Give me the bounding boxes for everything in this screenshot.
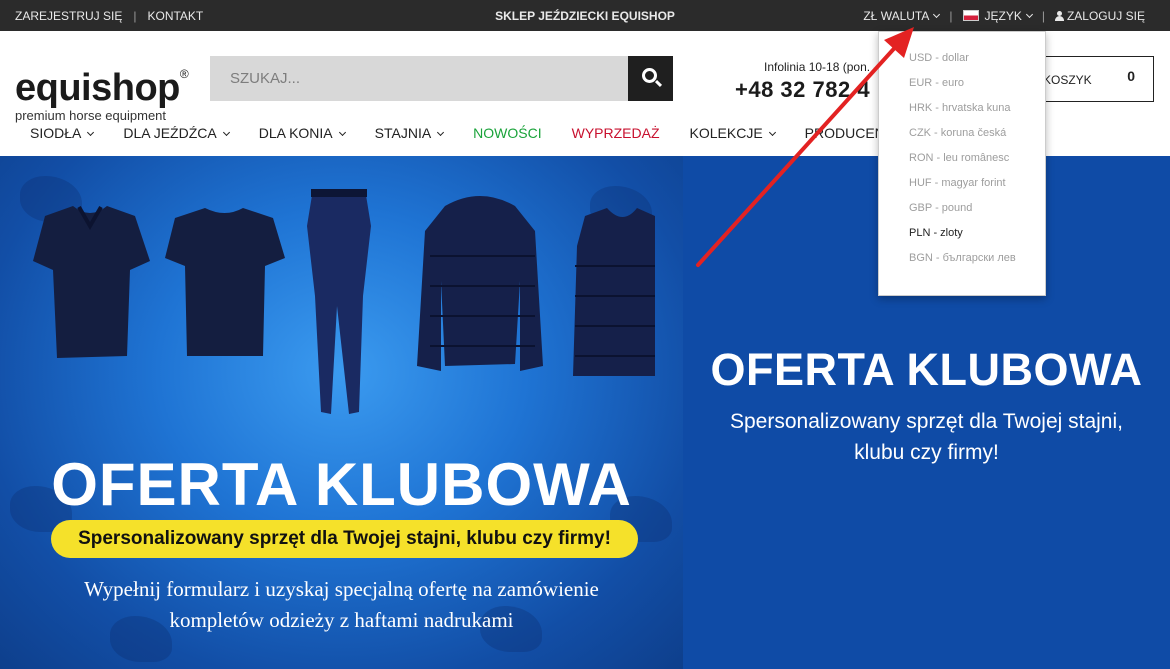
chevron-down-icon [437, 128, 445, 137]
cart-button[interactable]: KOSZYK 0 [1034, 56, 1154, 102]
search-bar [210, 56, 673, 101]
club-apparel-illustration [33, 189, 655, 414]
register-link[interactable]: ZAREJESTRUJ SIĘ [15, 9, 122, 23]
top-bar: ZAREJESTRUJ SIĘ | KONTAKT SKLEP JEŹDZIEC… [0, 0, 1170, 31]
top-bar-separator: | [1041, 9, 1045, 23]
currency-option-gbp[interactable]: GBP - pound [879, 202, 1045, 227]
user-icon [1054, 11, 1064, 21]
search-input[interactable] [210, 56, 628, 101]
cart-label: KOSZYK [1043, 73, 1092, 87]
currency-option-eur[interactable]: EUR - euro [879, 77, 1045, 102]
currency-symbol: ZŁ [863, 9, 878, 23]
currency-label: WALUTA [880, 9, 930, 23]
logo-registered-mark: ® [179, 67, 189, 81]
language-label: JĘZYK [984, 9, 1022, 23]
nav-item-label: STAJNIA [374, 125, 432, 141]
banner-description: Wypełnij formularz i uzyskaj specjalną o… [0, 574, 683, 636]
chevron-down-icon [338, 128, 346, 137]
chevron-down-icon [222, 128, 230, 137]
currency-option-ron[interactable]: RON - leu românesc [879, 152, 1045, 177]
site-logo[interactable]: equishop® premium horse equipment [15, 55, 189, 123]
hotline-phone[interactable]: +48 32 782 4 [735, 77, 870, 103]
main-nav: SIODŁA DLA JEŹDŹCA DLA KONIA STAJNIA NOW… [30, 125, 929, 141]
logo-wordmark: equishop® [15, 55, 189, 109]
search-button[interactable] [628, 56, 673, 101]
cart-count: 0 [1127, 68, 1135, 84]
banner-description-line: kompletów odzieży z haftami nadrukami [169, 608, 514, 632]
nav-item-kolekcje[interactable]: KOLEKCJE [689, 125, 776, 141]
nav-item-dla-konia[interactable]: DLA KONIA [258, 125, 346, 141]
chevron-down-icon [933, 10, 941, 19]
contact-link[interactable]: KONTAKT [147, 9, 203, 23]
chevron-down-icon [87, 128, 95, 137]
nav-item-wyprzedaz[interactable]: WYPRZEDAŻ [572, 125, 660, 141]
nav-item-label: NOWOŚCI [473, 125, 542, 141]
chevron-down-icon [1025, 10, 1033, 19]
nav-item-siodla[interactable]: SIODŁA [30, 125, 95, 141]
banner-title: OFERTA KLUBOWA [51, 451, 632, 518]
chevron-down-icon [768, 128, 776, 137]
product-photos [15, 186, 655, 446]
banner-right-title: OFERTA KLUBOWA [710, 344, 1143, 395]
banner-right-subtitle-line: Spersonalizowany sprzęt dla Twojej stajn… [730, 410, 1123, 433]
nav-item-dla-jezdzca[interactable]: DLA JEŹDŹCA [123, 125, 230, 141]
poland-flag-icon [962, 10, 979, 21]
banner-left-panel: OFERTA KLUBOWA Spersonalizowany sprzęt d… [0, 156, 683, 669]
banner-right-subtitle-line: klubu czy firmy! [854, 441, 999, 464]
login-link[interactable]: ZALOGUJ SIĘ [1054, 9, 1145, 23]
currency-option-huf[interactable]: HUF - magyar forint [879, 177, 1045, 202]
nav-item-label: KOLEKCJE [689, 125, 763, 141]
search-icon [642, 68, 657, 83]
nav-item-nowosci[interactable]: NOWOŚCI [473, 125, 541, 141]
top-bar-separator: | [133, 9, 137, 23]
nav-item-stajnia[interactable]: STAJNIA [374, 125, 445, 141]
top-bar-left-links: ZAREJESTRUJ SIĘ | KONTAKT [15, 9, 203, 23]
logo-text: equishop [15, 67, 180, 109]
currency-option-czk[interactable]: CZK - koruna česká [879, 127, 1045, 152]
nav-item-label: SIODŁA [30, 125, 82, 141]
hotline-hours: Infolinia 10-18 (pon. - [764, 60, 878, 74]
top-bar-right-links: ZŁ WALUTA | JĘZYK | ZALOGUJ SIĘ [863, 9, 1145, 23]
currency-toggle[interactable]: ZŁ WALUTA [863, 9, 941, 23]
login-label: ZALOGUJ SIĘ [1066, 9, 1145, 23]
banner-description-line: Wypełnij formularz i uzyskaj specjalną o… [84, 577, 599, 601]
banner-right-subtitle: Spersonalizowany sprzęt dla Twojej stajn… [683, 406, 1170, 468]
currency-dropdown: USD - dollar EUR - euro HRK - hrvatska k… [878, 31, 1046, 296]
nav-item-label: DLA JEŹDŹCA [123, 125, 217, 141]
nav-item-label: WYPRZEDAŻ [571, 125, 660, 141]
language-toggle[interactable]: JĘZYK [962, 9, 1033, 23]
nav-item-label: DLA KONIA [258, 125, 333, 141]
top-bar-separator: | [949, 9, 953, 23]
currency-option-hrk[interactable]: HRK - hrvatska kuna [879, 102, 1045, 127]
banner-highlight-pill: Spersonalizowany sprzęt dla Twojej stajn… [51, 520, 638, 558]
currency-options: USD - dollar EUR - euro HRK - hrvatska k… [879, 32, 1045, 277]
currency-option-bgn[interactable]: BGN - български лев [879, 252, 1045, 277]
logo-tagline: premium horse equipment [15, 108, 167, 123]
currency-option-pln[interactable]: PLN - zloty [879, 227, 1045, 252]
currency-option-usd[interactable]: USD - dollar [879, 52, 1045, 77]
